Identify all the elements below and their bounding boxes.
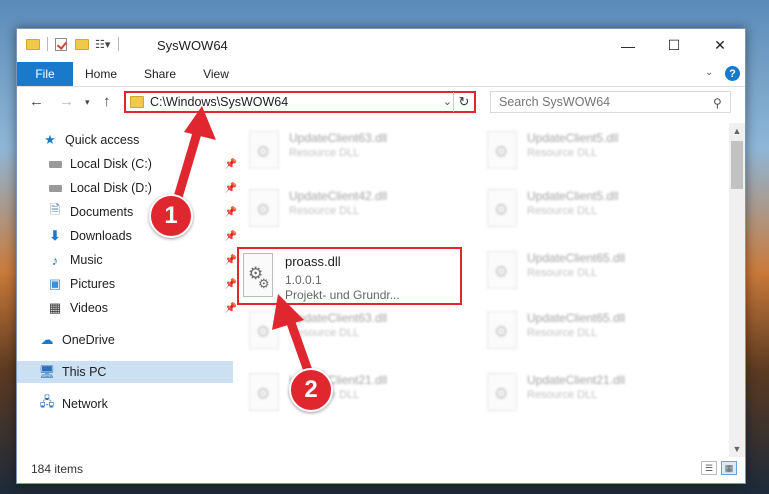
file-tile[interactable]: UpdateClient42.dll Resource DLL [241,185,441,235]
dll-file-icon [249,131,279,169]
dll-file-icon [487,311,517,349]
documents-icon: 🗎 [49,202,61,217]
file-name: UpdateClient65.dll [527,251,626,265]
star-icon: ★ [44,132,56,147]
nav-label: Downloads [70,229,132,243]
nav-label: Documents [70,205,134,219]
file-tile[interactable]: UpdateClient5.dll Resource DLL [479,127,679,177]
file-description: Resource DLL [527,267,598,279]
step-1-badge: 1 [149,194,193,238]
nav-network[interactable]: 🖧 Network [17,393,233,415]
tab-view[interactable]: View [197,62,235,86]
file-description: Resource DLL [289,205,360,217]
file-name: UpdateClient42.dll [289,189,388,203]
nav-pictures[interactable]: ▣ Pictures 📌 [17,273,241,295]
computer-icon: 🖥 [38,364,56,379]
toolbar-separator [47,37,48,51]
file-description: Resource DLL [527,205,598,217]
scroll-thumb[interactable] [731,141,743,189]
nav-label: Quick access [65,133,140,147]
window-title: SysWOW64 [157,38,228,53]
file-explorer-window: ☷▾ SysWOW64 — ☐ ✕ File Home Share View ⌄… [16,28,746,484]
cloud-icon: ☁ [40,332,54,347]
nav-label: Local Disk (C:) [70,157,152,171]
nav-label: Videos [70,301,108,315]
file-description: Resource DLL [527,389,598,401]
new-folder-icon[interactable] [75,38,89,50]
tiles-view-icon[interactable]: ▦ [721,461,737,475]
folder-icon [130,96,144,108]
dll-file-icon [487,189,517,227]
customize-toolbar-icon[interactable]: ☷▾ [95,38,110,51]
status-item-count: 184 items [31,462,84,476]
ribbon-tabs: File Home Share View ⌄ ? [17,62,745,87]
forward-arrow-icon[interactable]: → [59,93,74,110]
nav-label: OneDrive [62,333,115,347]
title-bar: ☷▾ SysWOW64 — ☐ ✕ [17,29,745,62]
nav-onedrive[interactable]: ☁ OneDrive [17,329,233,351]
pictures-icon: ▣ [48,276,62,291]
tab-home[interactable]: Home [79,62,123,86]
nav-this-pc[interactable]: 🖥 This PC [17,361,233,383]
file-version: 1.0.0.1 [285,273,322,287]
file-tile[interactable]: UpdateClient65.dll Resource DLL [479,307,679,357]
music-icon: ♪ [51,252,59,268]
nav-music[interactable]: ♪ Music 📌 [17,249,241,271]
file-name: UpdateClient5.dll [527,189,619,203]
file-description: Resource DLL [527,327,598,339]
view-switcher: ☰ ▦ [701,461,737,475]
dll-file-icon [487,251,517,289]
nav-label: This PC [62,365,107,379]
help-icon[interactable]: ? [725,66,740,81]
expand-ribbon-icon[interactable]: ⌄ [705,67,713,78]
step-2-badge: 2 [289,368,333,412]
nav-label: Music [70,253,103,267]
tab-file[interactable]: File [17,62,73,86]
file-name: UpdateClient63.dll [289,131,388,145]
file-tile[interactable]: UpdateClient63.dll Resource DLL [241,127,441,177]
file-name: UpdateClient65.dll [527,311,626,325]
file-name: UpdateClient21.dll [527,373,626,387]
address-dropdown-icon[interactable]: ⌄ [443,95,452,108]
search-icon: ⚲ [713,96,722,110]
minimize-button[interactable]: — [605,29,651,62]
dll-file-icon [487,131,517,169]
close-button[interactable]: ✕ [697,29,743,62]
nav-label: Local Disk (D:) [70,181,152,195]
tab-share[interactable]: Share [139,62,181,86]
refresh-icon[interactable]: ↻ [453,92,474,112]
maximize-button[interactable]: ☐ [651,29,697,62]
scroll-up-icon[interactable]: ▲ [729,123,745,139]
file-tile[interactable]: UpdateClient21.dll Resource DLL [479,369,679,419]
back-arrow-icon[interactable]: ← [29,93,44,110]
scroll-down-icon[interactable]: ▼ [729,441,745,457]
address-row: ← → ▾ ↑ C:\Windows\SysWOW64 ⌄ ↻ ⚲ [17,87,745,120]
search-input[interactable] [490,91,731,113]
folder-icon [26,38,40,50]
nav-label: Pictures [70,277,116,291]
videos-icon: ▦ [48,300,62,315]
file-tile[interactable]: UpdateClient65.dll Resource DLL [479,247,679,297]
details-view-icon[interactable]: ☰ [701,461,717,475]
file-tile[interactable]: UpdateClient5.dll Resource DLL [479,185,679,235]
nav-downloads[interactable]: ⬇ Downloads 📌 [17,225,241,247]
file-name: UpdateClient5.dll [527,131,619,145]
file-name: proass.dll [285,254,341,269]
file-description: Resource DLL [527,147,598,159]
nav-videos[interactable]: ▦ Videos 📌 [17,297,241,319]
drive-icon [47,157,63,171]
toolbar-separator [118,37,120,51]
network-icon: 🖧 [39,394,55,409]
properties-icon[interactable] [55,37,67,51]
file-description: Resource DLL [289,147,360,159]
nav-label: Network [62,397,108,411]
recent-locations-icon[interactable]: ▾ [85,97,90,108]
drive-icon [47,181,63,195]
dll-file-icon [249,189,279,227]
dll-file-icon [487,373,517,411]
download-icon: ⬇ [49,228,61,243]
quick-access-toolbar: ☷▾ [26,37,120,51]
vertical-scrollbar[interactable]: ▲ ▼ [729,123,745,457]
up-arrow-icon[interactable]: ↑ [103,93,111,110]
